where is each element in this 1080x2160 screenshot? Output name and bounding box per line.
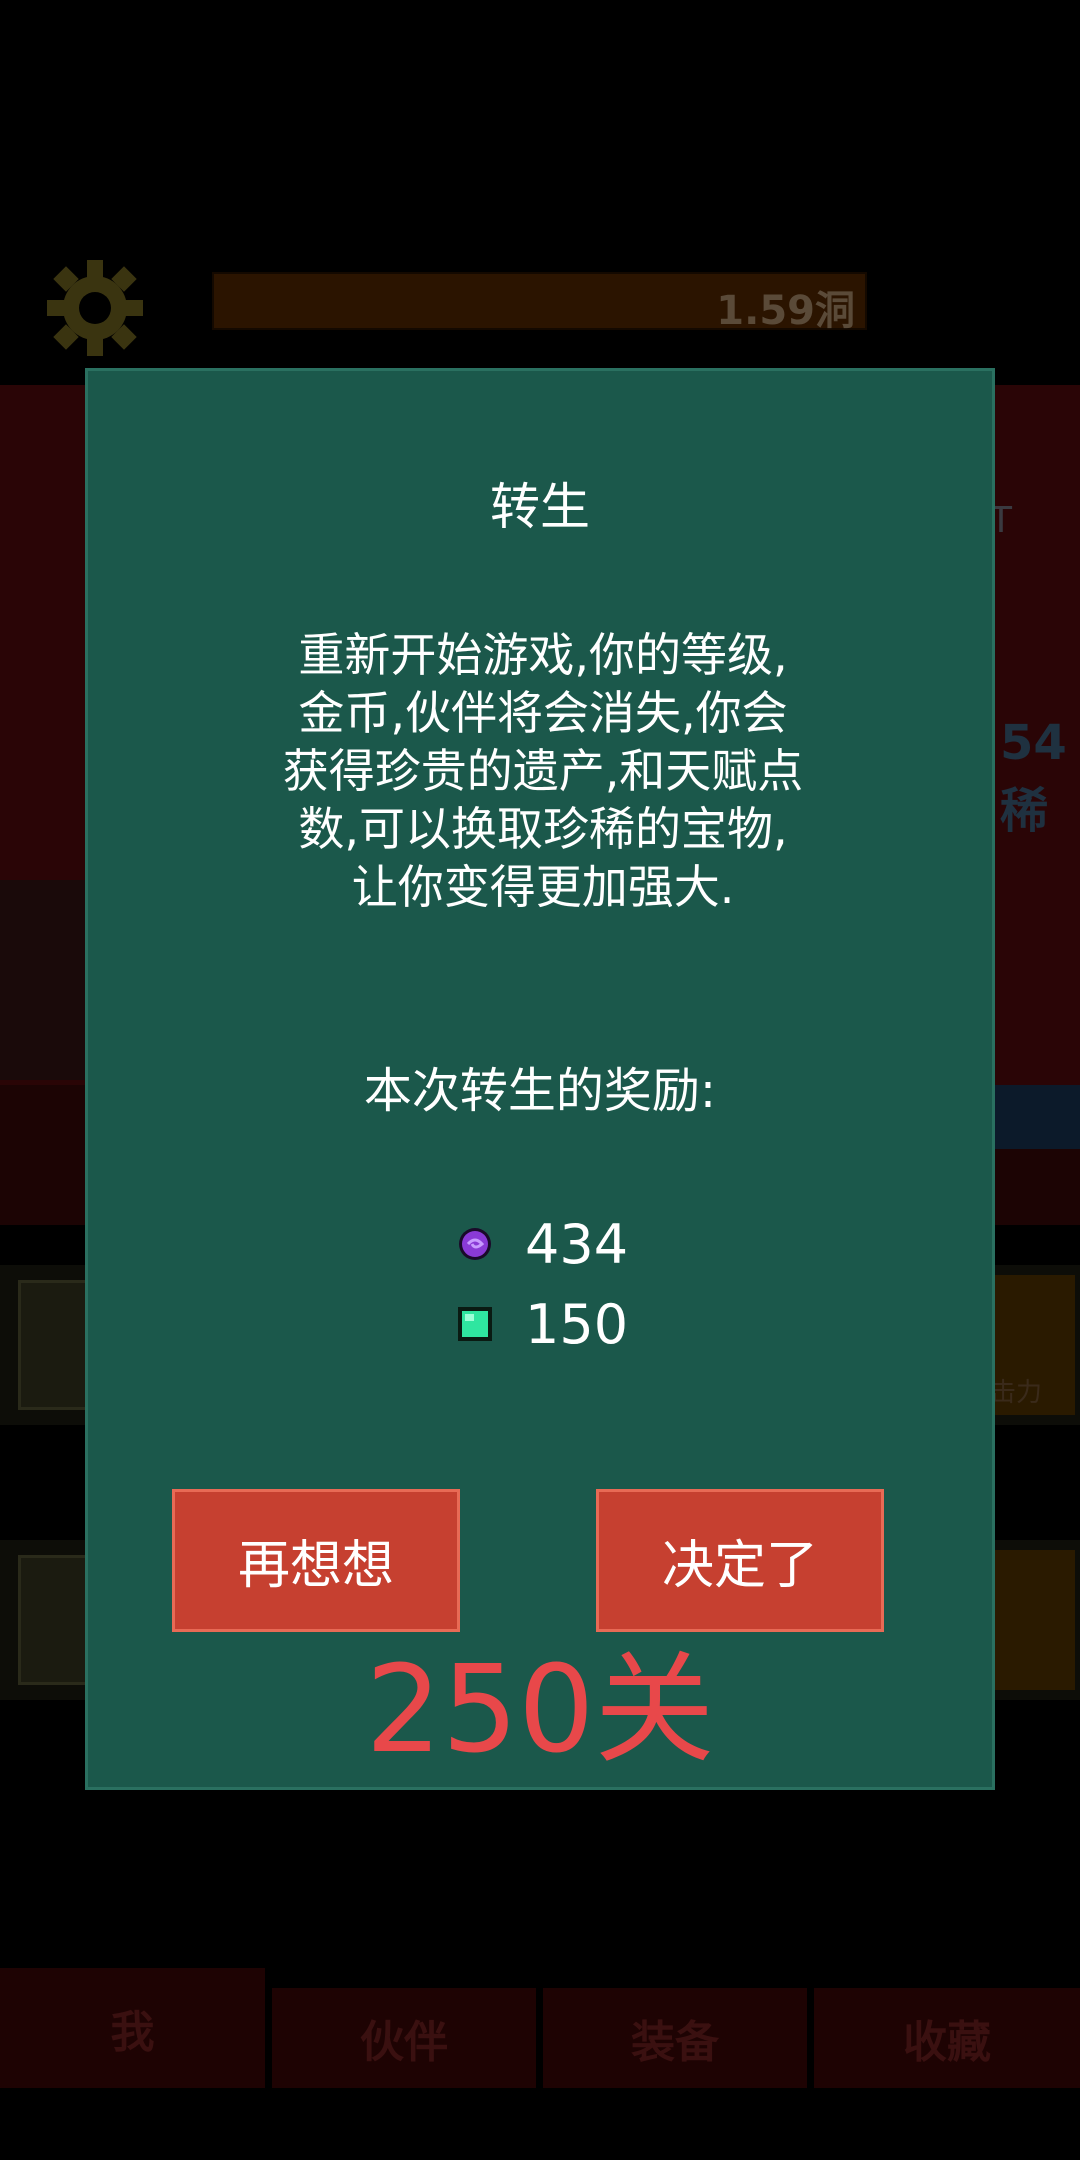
settings-gear-icon[interactable] xyxy=(45,258,145,358)
dialog-title: 转生 xyxy=(490,478,590,536)
nav-tab-collection[interactable]: 收藏 xyxy=(814,1988,1080,2088)
background-thumbnail xyxy=(18,1280,88,1410)
background-side-value: 54稀 xyxy=(1000,715,1067,839)
nav-tab-partners[interactable]: 伙伴 xyxy=(272,1988,536,2088)
background-chef-figure xyxy=(0,880,90,1080)
background-side-small-text: 击力 xyxy=(990,1378,1043,1408)
background-blue-strip xyxy=(990,1085,1080,1149)
green-gem-icon xyxy=(458,1307,492,1341)
nav-tab-equipment[interactable]: 装备 xyxy=(543,1988,807,2088)
description-line: 获得珍贵的遗产,和天赋点 xyxy=(282,744,804,798)
confirm-rebirth-button[interactable]: 决定了 xyxy=(596,1489,884,1632)
nav-tab-me[interactable]: 我 xyxy=(0,1968,265,2088)
bottom-navigation: 我 伙伴 装备 收藏 xyxy=(0,1968,1080,2088)
description-line: 金币,伙伴将会消失,你会 xyxy=(298,686,788,740)
reward-row-gem: 150 xyxy=(88,1289,992,1359)
description-line: 重新开始游戏,你的等级, xyxy=(298,628,788,682)
reward-orb-value: 434 xyxy=(525,1212,629,1276)
description-line: 让你变得更加强大. xyxy=(351,860,735,914)
dialog-description: 重新开始游戏,你的等级, 金币,伙伴将会消失,你会 获得珍贵的遗产,和天赋点 数… xyxy=(188,626,898,916)
stage-label: 250关 xyxy=(365,1641,715,1780)
background-gold-box xyxy=(990,1550,1075,1690)
reward-row-orb: 434 xyxy=(88,1209,992,1279)
background-thumbnail xyxy=(18,1555,88,1685)
rebirth-dialog: 转生 重新开始游戏,你的等级, 金币,伙伴将会消失,你会 获得珍贵的遗产,和天赋… xyxy=(85,368,995,1790)
game-screen: 1.59洞 T 54稀 击力 我 伙伴 装备 收藏 转生 重新开始游戏,你的等级… xyxy=(0,0,1080,2160)
reward-gem-value: 150 xyxy=(525,1292,629,1356)
reward-heading: 本次转生的奖励: xyxy=(363,1063,717,1119)
progress-value: 1.59洞 xyxy=(716,288,855,334)
cancel-button[interactable]: 再想想 xyxy=(172,1489,460,1632)
progress-bar: 1.59洞 xyxy=(212,272,867,334)
purple-orb-icon xyxy=(459,1228,491,1260)
description-line: 数,可以换取珍稀的宝物, xyxy=(298,802,788,856)
